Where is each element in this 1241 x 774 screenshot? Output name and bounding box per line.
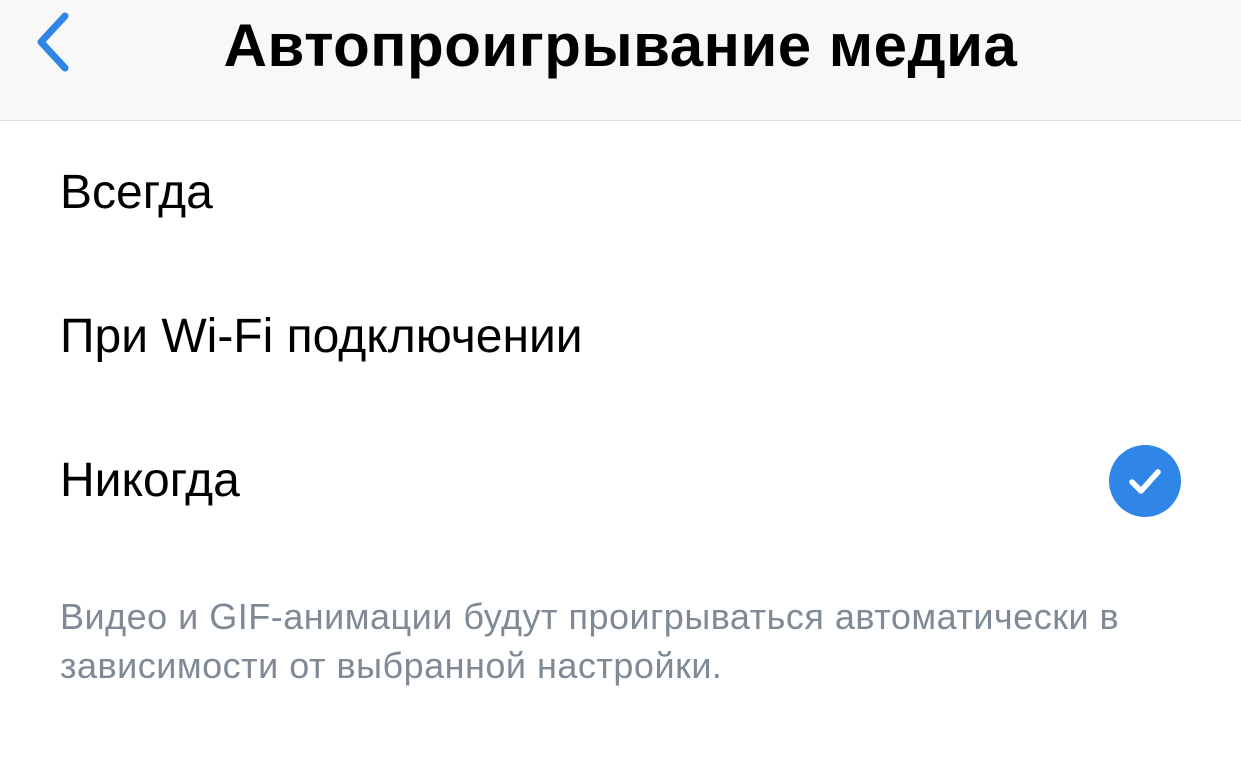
option-label: При Wi-Fi подключении [60, 310, 583, 363]
selected-checkmark-icon [1109, 445, 1181, 517]
option-never[interactable]: Никогда [0, 409, 1241, 553]
checkmark-icon [1129, 469, 1161, 494]
option-always[interactable]: Всегда [0, 121, 1241, 265]
autoplay-description: Видео и GIF-анимации будут проигрываться… [60, 596, 1120, 686]
autoplay-options-list: Всегда При Wi-Fi подключении Никогда [0, 121, 1241, 553]
option-wifi-only[interactable]: При Wi-Fi подключении [0, 265, 1241, 409]
option-label: Всегда [60, 166, 213, 219]
option-label: Никогда [60, 454, 240, 507]
page-title: Автопроигрывание медиа [223, 12, 1018, 79]
navigation-bar: Автопроигрывание медиа [0, 0, 1241, 121]
